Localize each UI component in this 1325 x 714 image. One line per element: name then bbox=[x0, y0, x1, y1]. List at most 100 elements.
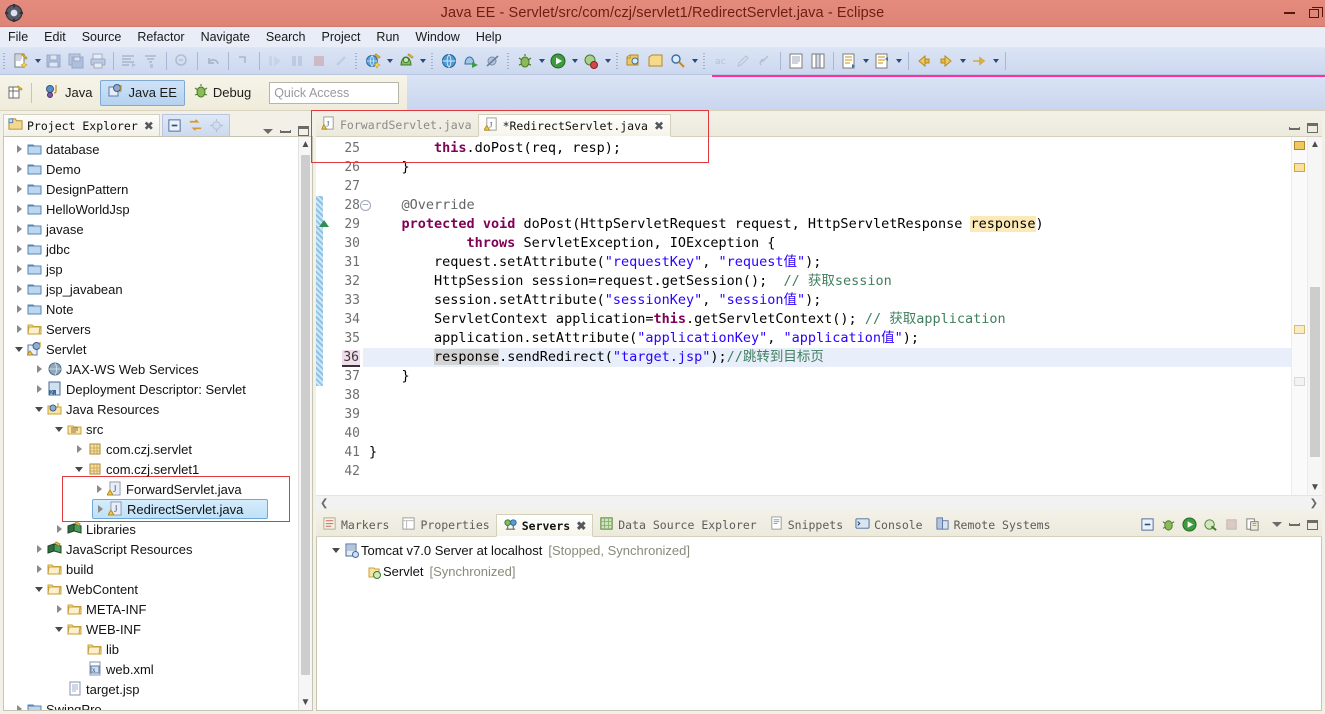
publish-server-icon[interactable] bbox=[1243, 515, 1262, 534]
project-tree[interactable]: database Demo DesignPattern HelloWorldJsp ja… bbox=[4, 137, 298, 710]
terminate-icon[interactable] bbox=[308, 50, 330, 72]
tree-item[interactable]: jsp bbox=[12, 259, 298, 279]
maximize-icon[interactable] bbox=[1307, 519, 1318, 530]
minimize-icon[interactable] bbox=[1289, 523, 1300, 526]
pencil-icon[interactable] bbox=[732, 50, 754, 72]
build-project-icon[interactable] bbox=[140, 50, 162, 72]
external-tools-dropdown-icon[interactable] bbox=[602, 50, 613, 72]
code-line[interactable] bbox=[363, 424, 1291, 443]
run-dropdown-icon[interactable] bbox=[569, 50, 580, 72]
print-icon[interactable] bbox=[87, 50, 109, 72]
menu-file[interactable]: File bbox=[0, 28, 36, 47]
code-line[interactable]: HttpSession session=request.getSession()… bbox=[363, 272, 1291, 291]
new-wizard-icon[interactable] bbox=[10, 50, 32, 72]
close-icon[interactable]: ✖ bbox=[654, 119, 664, 133]
tab-remote-systems[interactable]: Remote Systems bbox=[929, 513, 1057, 536]
code-line[interactable]: protected void doPost(HttpServletRequest… bbox=[363, 215, 1291, 234]
code-line[interactable]: response.sendRedirect("target.jsp");//跳转… bbox=[363, 348, 1291, 367]
tree-item[interactable]: javase bbox=[12, 219, 298, 239]
new-java-class-icon[interactable] bbox=[171, 50, 193, 72]
open-task-icon[interactable] bbox=[645, 50, 667, 72]
debug-server-icon[interactable] bbox=[1159, 515, 1178, 534]
search-icon[interactable] bbox=[667, 50, 689, 72]
tree-item[interactable]: src bbox=[52, 419, 298, 439]
tree-item[interactable]: Demo bbox=[12, 159, 298, 179]
tree-item[interactable]: Servlet bbox=[12, 339, 298, 359]
stop-server-icon[interactable] bbox=[1222, 515, 1241, 534]
open-web-browser-icon[interactable] bbox=[438, 50, 460, 72]
servers-list[interactable]: Tomcat v7.0 Server at localhost [Stopped,… bbox=[316, 537, 1322, 711]
toolbar-grip[interactable] bbox=[702, 51, 708, 71]
show-whitespace-icon[interactable] bbox=[785, 50, 807, 72]
toolbar-grip[interactable] bbox=[430, 51, 436, 71]
tree-item[interactable]: 2.5 Deployment Descriptor: Servlet bbox=[32, 379, 298, 399]
tab-data-source-explorer[interactable]: Data Source Explorer bbox=[593, 513, 762, 536]
tree-item[interactable]: JAX-WS Web Services bbox=[32, 359, 298, 379]
chevron-right-icon[interactable] bbox=[12, 225, 26, 233]
scroll-up-icon[interactable]: ▲ bbox=[1308, 137, 1322, 152]
toolbar-grip[interactable] bbox=[354, 51, 360, 71]
tab-console[interactable]: Console bbox=[849, 513, 928, 536]
view-menu-icon[interactable] bbox=[1272, 522, 1282, 527]
toolbar-grip[interactable] bbox=[2, 51, 8, 71]
restore-button[interactable] bbox=[1309, 6, 1323, 18]
code-line[interactable] bbox=[363, 386, 1291, 405]
previous-annotation-icon[interactable] bbox=[871, 50, 893, 72]
suspend-icon[interactable] bbox=[286, 50, 308, 72]
tree-item[interactable]: J ForwardServlet.java bbox=[92, 479, 298, 499]
tree-item[interactable]: jdbc bbox=[12, 239, 298, 259]
chevron-right-icon[interactable] bbox=[32, 385, 46, 393]
server-row[interactable]: Servlet [Synchronized] bbox=[317, 561, 1321, 582]
tree-item[interactable]: lib bbox=[72, 639, 298, 659]
code-line[interactable] bbox=[363, 462, 1291, 481]
new-wizard-dropdown-icon[interactable] bbox=[32, 50, 43, 72]
close-icon[interactable]: ✖ bbox=[576, 519, 586, 533]
collapse-all-icon[interactable] bbox=[165, 116, 185, 135]
menu-search[interactable]: Search bbox=[258, 28, 314, 47]
menu-window[interactable]: Window bbox=[407, 28, 467, 47]
chevron-down-icon[interactable] bbox=[32, 586, 46, 592]
next-edit-icon[interactable] bbox=[968, 50, 990, 72]
project-explorer-scrollbar[interactable]: ▲ ▼ bbox=[298, 137, 312, 710]
warning-marker[interactable] bbox=[1294, 141, 1305, 150]
tree-item[interactable]: database bbox=[12, 139, 298, 159]
menu-refactor[interactable]: Refactor bbox=[129, 28, 192, 47]
tree-item[interactable]: DesignPattern bbox=[12, 179, 298, 199]
chevron-right-icon[interactable] bbox=[32, 565, 46, 573]
back-icon[interactable] bbox=[913, 50, 935, 72]
external-tools-icon[interactable] bbox=[580, 50, 602, 72]
editor-code[interactable]: this.doPost(req, resp); } @Override prot… bbox=[363, 137, 1291, 495]
tree-item[interactable]: HelloWorldJsp bbox=[12, 199, 298, 219]
search-dropdown-icon[interactable] bbox=[689, 50, 700, 72]
start-server-icon[interactable] bbox=[1180, 515, 1199, 534]
quick-access-input[interactable]: Quick Access bbox=[269, 81, 400, 104]
editor-overview-ruler[interactable] bbox=[1291, 137, 1307, 495]
tree-item[interactable]: Note bbox=[12, 299, 298, 319]
next-annotation-dropdown-icon[interactable] bbox=[860, 50, 871, 72]
code-line[interactable] bbox=[363, 177, 1291, 196]
toolbar-grip[interactable] bbox=[506, 51, 512, 71]
forward-dropdown-icon[interactable] bbox=[957, 50, 968, 72]
skip-breakpoints-icon[interactable] bbox=[482, 50, 504, 72]
chevron-down-icon[interactable] bbox=[52, 426, 66, 432]
tree-item[interactable]: SwingPro bbox=[12, 699, 298, 710]
chevron-right-icon[interactable] bbox=[12, 285, 26, 293]
new-server-icon[interactable] bbox=[1138, 515, 1157, 534]
disconnect-icon[interactable] bbox=[330, 50, 352, 72]
chevron-right-icon[interactable] bbox=[12, 325, 26, 333]
minimize-icon[interactable] bbox=[280, 129, 291, 133]
code-line[interactable]: throws ServletException, IOException { bbox=[363, 234, 1291, 253]
save-all-icon[interactable] bbox=[65, 50, 87, 72]
chevron-right-icon[interactable] bbox=[12, 265, 26, 273]
tab-forwardservlet[interactable]: J ForwardServlet.java bbox=[316, 113, 478, 136]
tree-item[interactable]: Servers bbox=[12, 319, 298, 339]
code-line[interactable]: } bbox=[363, 158, 1291, 177]
chevron-right-icon[interactable] bbox=[52, 525, 66, 533]
menu-project[interactable]: Project bbox=[314, 28, 369, 47]
tab-redirectservlet[interactable]: J *RedirectServlet.java ✖ bbox=[477, 114, 672, 137]
maximize-icon[interactable] bbox=[298, 126, 309, 136]
resume-icon[interactable] bbox=[264, 50, 286, 72]
tree-item[interactable]: com.czj.servlet bbox=[72, 439, 298, 459]
code-line[interactable]: } bbox=[363, 367, 1291, 386]
save-icon[interactable] bbox=[43, 50, 65, 72]
